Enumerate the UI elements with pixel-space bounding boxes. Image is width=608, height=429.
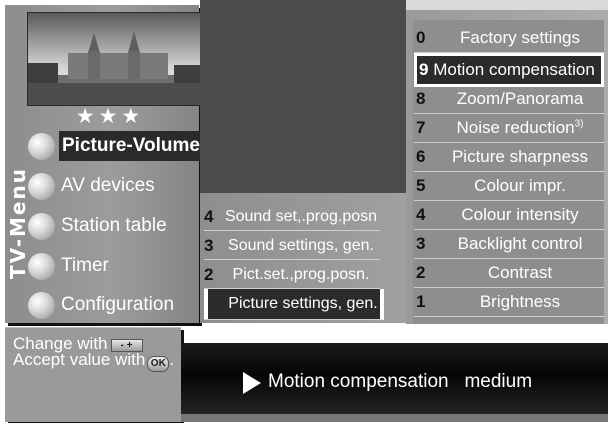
setting-colour-intensity[interactable]: 4 Colour intensity xyxy=(414,201,604,230)
submenu-item-number: 3 xyxy=(204,235,214,255)
status-value: Motion compensation medium xyxy=(268,371,533,392)
menu-item-label: Configuration xyxy=(61,294,175,315)
setting-number: 7 xyxy=(416,118,426,137)
ball-icon xyxy=(28,212,55,240)
help-box: Change with - + Accept value with OK. xyxy=(5,327,181,422)
submenu-item-number: 2 xyxy=(204,264,214,284)
setting-brightness[interactable]: 1 Brightness xyxy=(414,288,604,317)
setting-label: Colour intensity xyxy=(461,205,579,224)
ball-icon xyxy=(28,172,55,200)
menu-item-label: Station table xyxy=(61,215,167,236)
setting-number: 6 xyxy=(416,147,426,166)
bottom-margin xyxy=(0,423,608,429)
setting-label: Backlight control xyxy=(457,234,583,253)
ball-icon xyxy=(28,132,55,160)
menu-item-picture-volume[interactable]: Picture-Volume xyxy=(28,131,203,161)
setting-label: Noise reduction3) xyxy=(456,118,584,137)
setting-number: 1 xyxy=(416,292,426,311)
help-accept-text: Accept value with xyxy=(13,350,146,369)
setting-number: 4 xyxy=(416,205,426,224)
setting-label: Brightness xyxy=(479,292,561,311)
play-arrow-icon xyxy=(243,372,261,394)
setting-motion-compensation[interactable]: 9 Motion compensation xyxy=(414,53,604,87)
setting-noise-reduction[interactable]: 7 Noise reduction3) xyxy=(414,114,604,143)
status-bar-edge xyxy=(181,414,608,422)
menu-item-label: Timer xyxy=(61,255,109,276)
submenu-item-label: Pict.set.,prog.posn. xyxy=(232,265,370,283)
setting-label: Factory settings xyxy=(460,28,580,47)
setting-number: 3 xyxy=(416,234,426,253)
menu-item-label: Picture-Volume xyxy=(59,131,203,161)
ball-icon xyxy=(28,291,55,319)
setting-picture-sharpness[interactable]: 6 Picture sharpness xyxy=(414,143,604,172)
menu-item-configuration[interactable]: Configuration xyxy=(28,290,174,320)
tv-menu-title: TV-Menu xyxy=(6,167,30,279)
submenu-item-label: Sound settings, gen. xyxy=(228,236,374,254)
setting-zoom-panorama[interactable]: 8 Zoom/Panorama xyxy=(414,85,604,114)
submenu-item-label: Picture settings, gen. xyxy=(228,295,378,312)
setting-label: Motion compensation xyxy=(433,60,595,79)
menu-item-label: AV devices xyxy=(61,175,155,196)
menu-item-station-table[interactable]: Station table xyxy=(28,211,167,241)
setting-label: Colour impr. xyxy=(474,176,566,195)
setting-label: Zoom/Panorama xyxy=(456,89,584,108)
setting-number: 2 xyxy=(416,263,426,282)
setting-number: 8 xyxy=(416,89,426,108)
ball-icon xyxy=(28,252,55,280)
setting-label: Contrast xyxy=(487,263,553,282)
setting-label: Picture sharpness xyxy=(451,147,589,166)
submenu-item-label: Sound set,.prog.posn xyxy=(224,207,378,225)
submenu-item-sound-settings[interactable]: 3 Sound settings, gen. xyxy=(204,232,380,260)
setting-factory-settings[interactable]: 0 Factory settings xyxy=(414,24,604,53)
setting-number: 5 xyxy=(416,176,426,195)
submenu-item-number: 1 xyxy=(204,289,226,319)
setting-backlight-control[interactable]: 3 Backlight control xyxy=(414,230,604,259)
rating-stars: ★★★ xyxy=(75,105,145,128)
menu-item-timer[interactable]: Timer xyxy=(28,251,109,281)
submenu-item-number: 4 xyxy=(204,206,214,226)
ok-key-icon: OK xyxy=(147,356,170,372)
submenu-item-pict-set-prog[interactable]: 2 Pict.set.,prog.posn. xyxy=(204,261,380,289)
footnote-marker: 3) xyxy=(574,118,584,130)
help-accept-line: Accept value with OK. xyxy=(13,350,174,372)
setting-colour-impr[interactable]: 5 Colour impr. xyxy=(414,172,604,201)
submenu-item-picture-settings[interactable]: 1 Picture settings, gen. xyxy=(204,289,384,320)
setting-contrast[interactable]: 2 Contrast xyxy=(414,259,604,288)
setting-number: 0 xyxy=(416,28,426,47)
submenu-item-sound-set-prog[interactable]: 4 Sound set,.prog.posn xyxy=(204,203,380,231)
picture-thumbnail xyxy=(27,12,201,106)
preview-area xyxy=(200,0,406,193)
menu-item-av-devices[interactable]: AV devices xyxy=(28,171,155,201)
setting-number: 9 xyxy=(419,60,429,79)
